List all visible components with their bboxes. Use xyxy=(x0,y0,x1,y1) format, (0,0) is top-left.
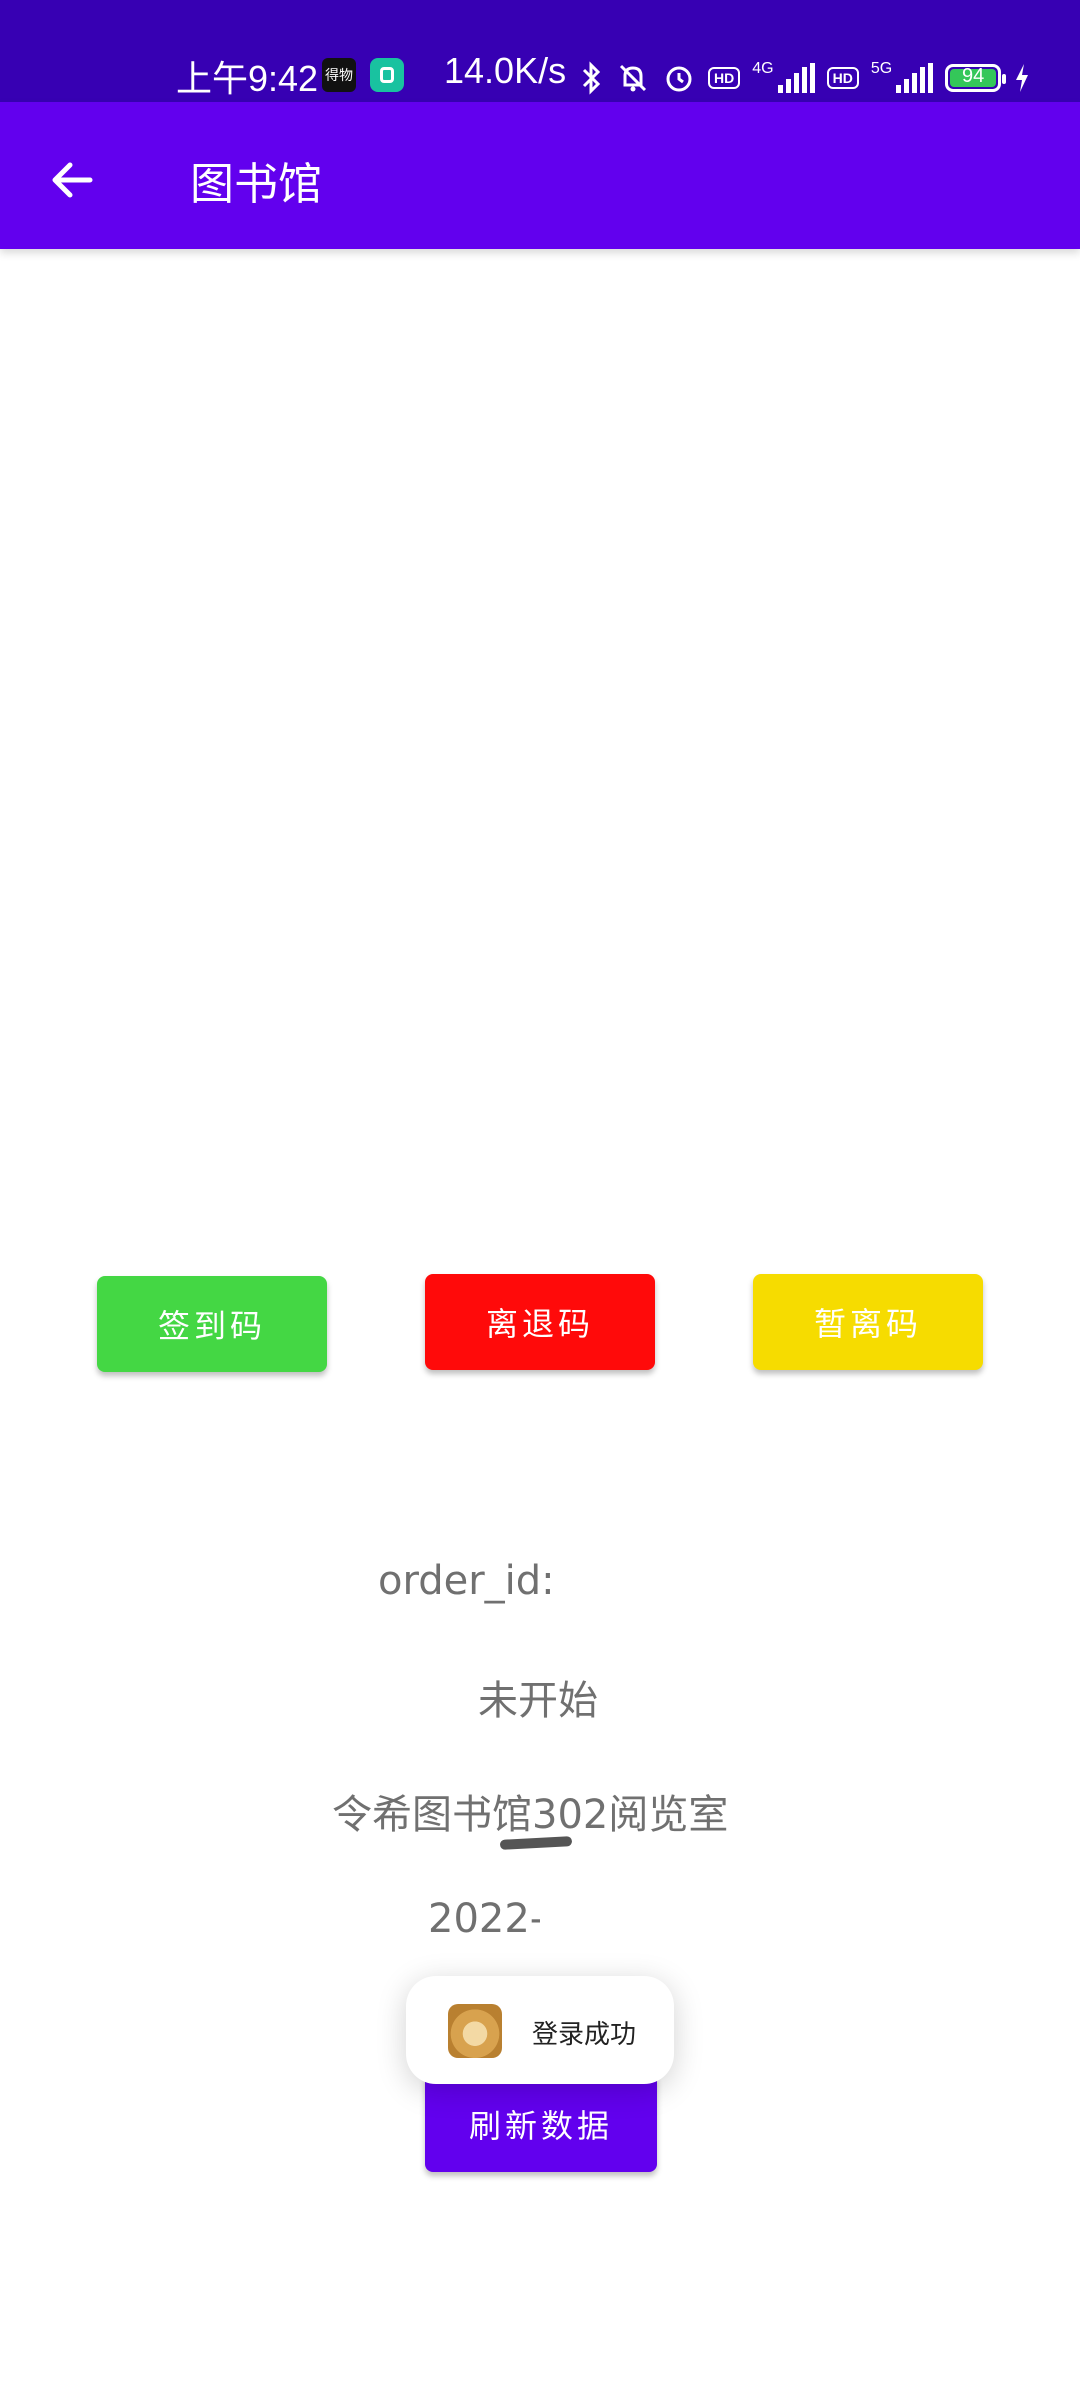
network-type: 4G xyxy=(752,60,774,77)
date-text: 2022- xyxy=(428,1896,540,1942)
alarm-icon xyxy=(666,66,692,92)
network-speed: 14.0K/s xyxy=(444,50,567,91)
dewu-app-icon: 得物 xyxy=(322,58,356,92)
mute-bell-icon xyxy=(619,64,647,92)
arrow-left-icon xyxy=(52,162,93,198)
sign-in-code-button[interactable]: 签到码 xyxy=(97,1276,327,1372)
leave-code-button[interactable]: 离退码 xyxy=(425,1274,655,1370)
back-button[interactable] xyxy=(30,138,114,222)
bluetooth-icon xyxy=(582,61,601,95)
order-status-text: 未开始 xyxy=(478,1678,598,1724)
hd-badge: HD xyxy=(708,67,741,89)
charging-icon xyxy=(1016,64,1029,92)
status-icons: HD 4G HD 5G 94 xyxy=(580,56,1031,100)
room-name-text: 令希图书馆302阅览室 xyxy=(332,1792,729,1838)
network-type-2: 5G xyxy=(870,60,893,77)
doge-avatar xyxy=(448,2004,502,2058)
app-bar: 图书馆 xyxy=(0,102,1080,249)
battery-level: 94 xyxy=(962,65,985,87)
battery-icon: 94 xyxy=(945,64,1007,92)
app-notification-icon xyxy=(370,58,404,92)
toast-message: 登录成功 xyxy=(532,2020,637,2050)
status-bar: 上午9:42 得物 14.0K/s HD 4G HD 5G 94 xyxy=(0,0,1080,102)
signal-icon xyxy=(777,63,815,93)
status-time: 上午9:42 xyxy=(176,58,319,99)
order-id-text: order_id: xyxy=(378,1558,553,1604)
refresh-data-button[interactable]: 刷新数据 xyxy=(425,2076,657,2172)
page-title: 图书馆 xyxy=(190,159,322,210)
hd-badge-2: HD xyxy=(826,67,859,89)
pause-code-button[interactable]: 暂离码 xyxy=(753,1274,983,1370)
login-success-toast: 登录成功 xyxy=(406,1976,674,2084)
signal-icon-2 xyxy=(896,63,934,93)
